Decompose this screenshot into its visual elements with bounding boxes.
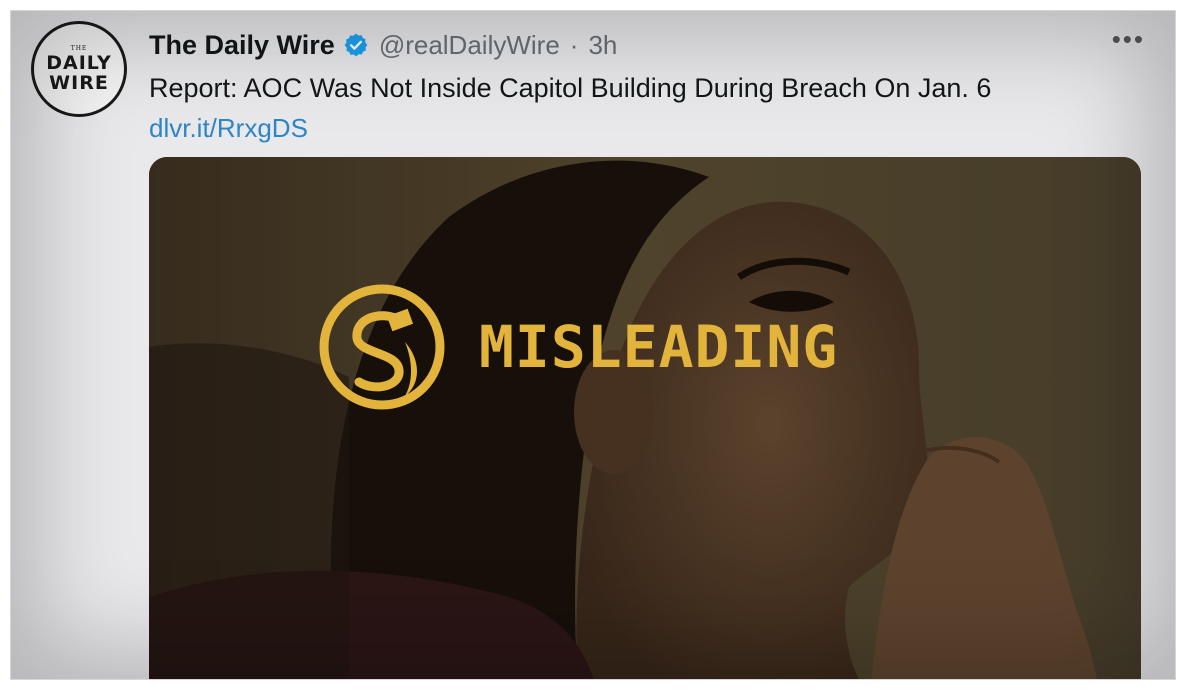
avatar-logo-line1: DAILY: [46, 52, 112, 74]
screenshot-frame: THE DAILY WIRE The Daily Wire @realDaily…: [10, 10, 1176, 680]
user-handle[interactable]: @realDailyWire: [379, 30, 560, 61]
avatar-logo-small-text: THE: [70, 45, 88, 52]
display-name[interactable]: The Daily Wire: [149, 30, 335, 61]
tweet-media[interactable]: MISLEADING: [149, 157, 1141, 679]
avatar[interactable]: THE DAILY WIRE: [31, 21, 127, 117]
tweet-header: The Daily Wire @realDailyWire · 3h: [149, 27, 617, 63]
verified-badge-icon: [344, 33, 368, 57]
separator-dot: ·: [569, 29, 579, 60]
timestamp[interactable]: 3h: [588, 30, 617, 61]
photo-image: [149, 157, 1141, 679]
tweet-link[interactable]: dlvr.it/RrxgDS: [149, 113, 308, 144]
avatar-logo-line2: WIRE: [49, 72, 109, 94]
misleading-flag-icon: [319, 284, 445, 410]
tweet-card[interactable]: THE DAILY WIRE The Daily Wire @realDaily…: [11, 11, 1175, 679]
tweet-text: Report: AOC Was Not Inside Capitol Build…: [149, 73, 992, 103]
misleading-label: MISLEADING: [479, 313, 839, 381]
more-options-icon[interactable]: •••: [1112, 26, 1145, 52]
misleading-overlay: MISLEADING: [317, 282, 838, 412]
